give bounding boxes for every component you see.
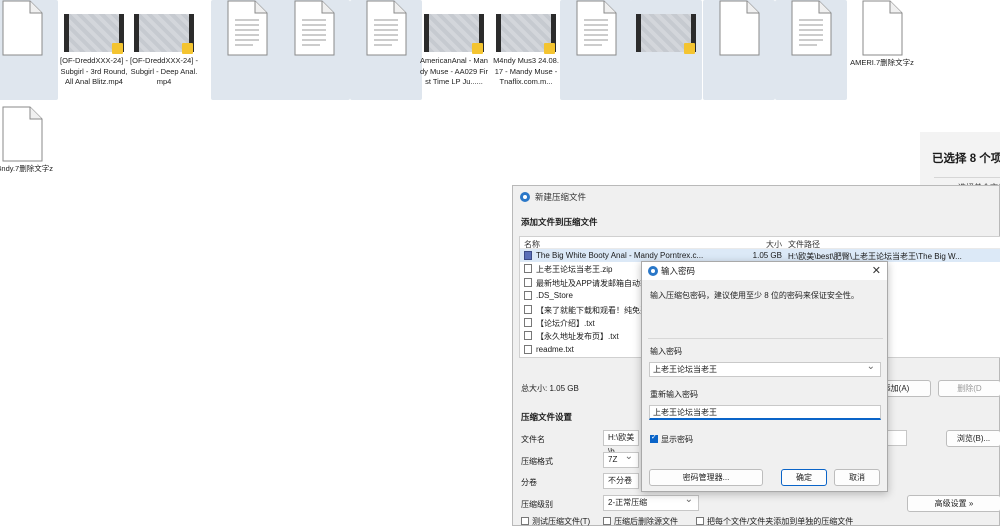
section-archive-settings: 压缩文件设置: [521, 412, 573, 422]
volume-value: 不分卷: [608, 476, 632, 485]
password-titlebar[interactable]: 输入密码 ✕: [642, 262, 887, 280]
level-label: 压缩级别: [521, 500, 553, 509]
password-value: 上老王论坛当老王: [653, 365, 717, 374]
password-description: 输入压缩包密码，建议使用至少 8 位的密码来保证安全性。: [650, 291, 859, 300]
document-icon: [860, 0, 904, 56]
file-tile[interactable]: .DS_Store: [0, 0, 58, 100]
document-icon: [225, 0, 269, 56]
document-icon: [574, 0, 618, 56]
file-icon: [524, 344, 532, 354]
password-dialog: 输入密码 ✕ 输入压缩包密码，建议使用至少 8 位的密码来保证安全性。 输入密码…: [641, 261, 888, 492]
show-password-checkbox[interactable]: [650, 433, 658, 443]
test-archive-option[interactable]: 测试压缩文件(T): [521, 516, 590, 527]
browse-button[interactable]: 浏览(B)...: [946, 430, 1000, 447]
separate-archives-option[interactable]: 把每个文件/文件夹添加到单独的压缩文件: [696, 516, 853, 527]
cell-size: 1.05 GB: [752, 251, 782, 260]
file-tile[interactable]: 【论坛介绍】.txt: [278, 0, 350, 100]
repeat-password-value: 上老王论坛当老王: [653, 408, 717, 417]
document-icon: [0, 106, 44, 162]
file-icon: [524, 331, 532, 341]
separate-archives-label: 把每个文件/文件夹添加到单独的压缩文件: [707, 517, 854, 526]
delete-source-label: 压缩后删除源文件: [614, 517, 678, 526]
level-value: 2-正常压缩: [608, 498, 648, 507]
selection-count: 已选择 8 个项目: [932, 153, 1000, 165]
checkbox[interactable]: [696, 517, 704, 525]
file-icon: [524, 277, 532, 287]
dialog-title: 新建压缩文件: [535, 192, 587, 202]
file-tile[interactable]: 【来了就能下载和观看！纯免费！】.txt: [211, 0, 283, 100]
format-label: 压缩格式: [521, 457, 553, 466]
repeat-password-input[interactable]: 上老王论坛当老王: [649, 405, 881, 420]
volume-select[interactable]: 不分卷: [603, 471, 639, 489]
video-file-tile[interactable]: [OF-DreddXXX-24] - Subgirl - 3rd Round, …: [60, 0, 128, 88]
checkbox[interactable]: [521, 517, 529, 525]
document-icon: [292, 0, 336, 56]
video-file-tile[interactable]: [OF-DreddXXX-24] - Subgirl - Deep Anal.m…: [130, 0, 198, 88]
delete-button[interactable]: 删除(D: [938, 380, 1000, 397]
password-manager-button[interactable]: 密码管理器...: [649, 469, 763, 486]
video-thumbnail-icon: [424, 14, 484, 54]
show-password-option[interactable]: 显示密码: [650, 433, 693, 445]
total-size: 总大小: 1.05 GB: [521, 384, 579, 393]
video-thumbnail-icon: [496, 14, 556, 54]
test-archive-label: 测试压缩文件(T): [532, 517, 591, 526]
password-input[interactable]: 上老王论坛当老王: [649, 360, 881, 377]
video-thumbnail-icon: [636, 14, 696, 54]
filename-input[interactable]: H:\欧美\b: [603, 430, 639, 456]
file-tile[interactable]: 最新地址及APP请发邮箱自动获取！！！.txt: [775, 0, 847, 100]
file-icon: [524, 264, 532, 274]
close-icon[interactable]: ✕: [872, 262, 881, 280]
file-tile[interactable]: m4ndy.7删除文字z: [0, 106, 56, 175]
file-tile[interactable]: AMERI.7删除文字z: [848, 0, 916, 69]
preview-card: [920, 0, 1000, 132]
video-thumbnail-icon: [64, 14, 124, 54]
file-icon: [524, 304, 532, 314]
show-password-label: 显示密码: [661, 435, 693, 444]
video-file-tile[interactable]: M4ndy Mus3 24.08.17 - Mandy Muse - Tnafl…: [492, 0, 560, 88]
file-tile[interactable]: 【永久地址发布页】.txt: [350, 0, 422, 100]
app-icon: [520, 192, 530, 202]
level-select[interactable]: 2-正常压缩: [603, 493, 699, 511]
section-add-files: 添加文件到压缩文件: [521, 217, 598, 227]
divider: [648, 338, 883, 339]
cancel-button[interactable]: 取消: [834, 469, 880, 486]
file-tile[interactable]: 上老王论坛当老王.zip: [703, 0, 775, 100]
file-icon: [524, 291, 532, 301]
volume-label: 分卷: [521, 478, 537, 487]
document-icon: [789, 0, 833, 56]
filename-label: 文件名: [521, 435, 545, 444]
cell-name: The Big White Booty Anal - Mandy Porntre…: [536, 251, 704, 260]
file-icon: [524, 317, 532, 327]
document-icon: [0, 0, 44, 56]
advanced-settings-button[interactable]: 高级设置 »: [907, 495, 1000, 512]
app-icon: [648, 266, 658, 276]
video-file-tile[interactable]: The Big White Booty Anal - Mandy Porntre…: [630, 0, 702, 100]
video-file-tile[interactable]: AmericanAnal - Mandy Muse - AA029 First …: [420, 0, 488, 88]
list-header: 名称 大小 文件路径: [520, 237, 1000, 249]
password-label: 输入密码: [650, 347, 682, 356]
repeat-password-label: 重新输入密码: [650, 390, 698, 399]
video-thumbnail-icon: [134, 14, 194, 54]
password-dialog-title: 输入密码: [661, 266, 696, 276]
format-select[interactable]: 7Z: [603, 450, 639, 468]
divider: [934, 177, 1000, 178]
ok-button[interactable]: 确定: [781, 469, 827, 486]
document-icon: [364, 0, 408, 56]
dialog-titlebar[interactable]: 新建压缩文件: [513, 186, 999, 208]
delete-source-option[interactable]: 压缩后删除源文件: [603, 516, 678, 527]
document-icon: [717, 0, 761, 56]
format-value: 7Z: [608, 455, 618, 464]
video-file-icon: [524, 251, 532, 260]
checkbox[interactable]: [603, 517, 611, 525]
file-tile[interactable]: readme.txt: [560, 0, 632, 100]
